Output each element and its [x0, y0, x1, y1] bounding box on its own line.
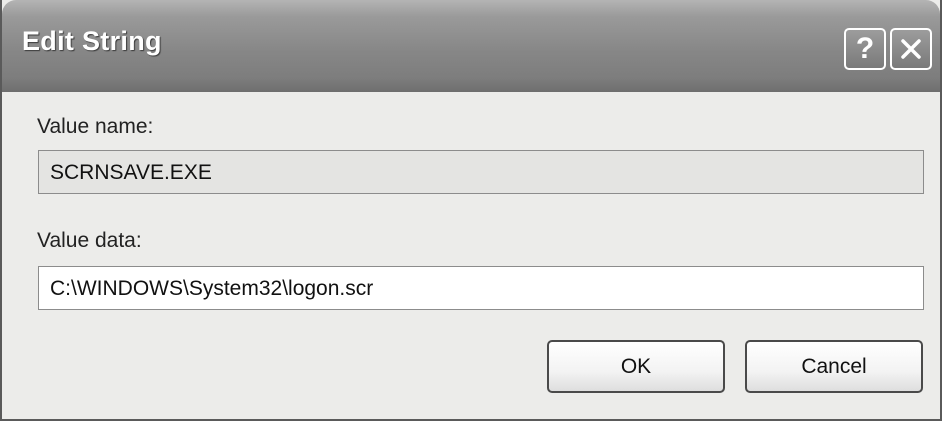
title-bar[interactable]: Edit String ? [2, 0, 940, 92]
ok-button[interactable]: OK [547, 340, 725, 393]
help-button[interactable]: ? [844, 28, 886, 70]
close-button[interactable] [890, 28, 932, 70]
value-data-label: Value data: [37, 229, 142, 252]
value-data-input[interactable]: C:\WINDOWS\System32\logon.scr [38, 266, 924, 310]
value-name-label: Value name: [37, 115, 154, 138]
value-name-field: SCRNSAVE.EXE [38, 150, 924, 194]
close-icon [901, 39, 921, 59]
cancel-button[interactable]: Cancel [745, 340, 923, 393]
question-mark-icon: ? [855, 32, 875, 65]
window-title: Edit String [22, 26, 162, 56]
edit-string-dialog: Edit String ? Value name: SCRNSAVE.EXE V… [0, 0, 942, 421]
